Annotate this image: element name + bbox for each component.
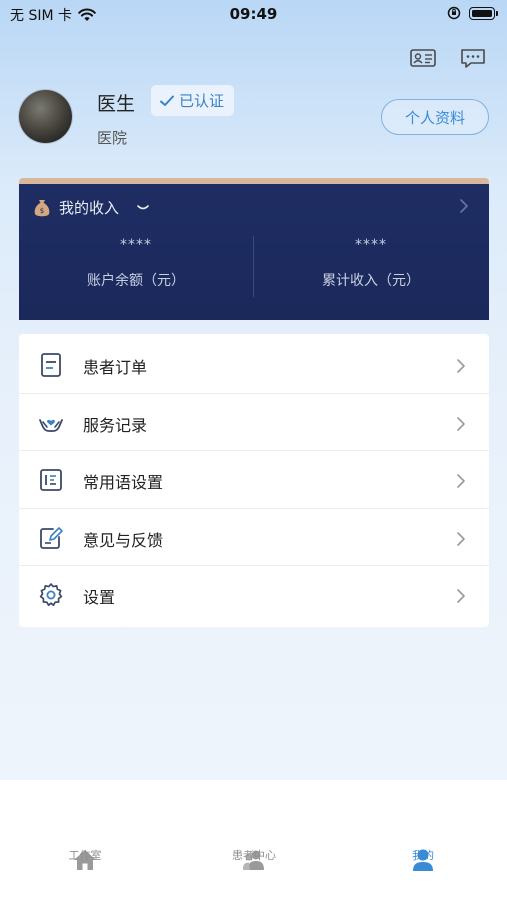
hospital-name: 医院 <box>97 129 128 147</box>
id-card-icon[interactable] <box>409 46 437 70</box>
menu-item-feedback[interactable]: 意见与反馈 <box>19 509 489 566</box>
chevron-right-icon <box>457 589 465 603</box>
tab-bar <box>0 780 507 900</box>
tab-mine[interactable]: 我的 <box>363 847 483 863</box>
chevron-right-icon <box>457 474 465 488</box>
profile-button[interactable]: 个人资料 <box>381 99 489 135</box>
menu-item-settings[interactable]: 设置 <box>19 566 489 623</box>
balance-label: 账户余额（元） <box>87 273 185 289</box>
doctor-name: 医生 <box>97 93 136 115</box>
menu-item-label: 常用语设置 <box>83 473 164 492</box>
menu-item-label: 意见与反馈 <box>83 531 164 550</box>
battery-icon <box>469 6 498 20</box>
chevron-right-icon <box>457 359 465 373</box>
menu-item-label: 服务记录 <box>83 416 148 435</box>
chevron-right-icon[interactable] <box>458 197 470 215</box>
chevron-right-icon <box>457 532 465 546</box>
balance-column[interactable]: **** 账户余额（元） <box>19 237 253 290</box>
document-icon <box>41 353 61 377</box>
total-income-label: 累计收入（元） <box>322 273 420 289</box>
menu-item-patient-orders[interactable]: 患者订单 <box>19 336 489 393</box>
income-header[interactable]: $ 我的收入 <box>33 197 151 218</box>
money-bag-icon: $ <box>34 199 50 216</box>
status-bar-right <box>447 6 498 20</box>
eye-closed-icon[interactable] <box>135 203 151 213</box>
verified-badge: 已认证 <box>151 85 235 116</box>
balance-value: **** <box>120 237 152 253</box>
avatar[interactable] <box>19 90 72 143</box>
status-time: 09:49 <box>229 5 278 23</box>
feedback-edit-icon <box>40 527 63 549</box>
verified-label: 已认证 <box>179 92 225 110</box>
menu-item-label: 患者订单 <box>83 358 148 377</box>
menu-item-phrase-settings[interactable]: 常用语设置 <box>19 451 489 508</box>
tab-studio[interactable]: 工作室 <box>25 847 145 863</box>
menu-item-service-records[interactable]: 服务记录 <box>19 394 489 451</box>
menu-list: 患者订单 服务记录 常用语设置 意见与反馈 设置 <box>19 334 489 627</box>
message-icon[interactable] <box>459 46 487 70</box>
gear-icon <box>39 583 63 607</box>
orientation-lock-icon <box>447 6 461 20</box>
tab-patient-center[interactable]: 患者中心 <box>194 847 314 863</box>
chevron-right-icon <box>457 417 465 431</box>
care-hands-icon <box>39 419 63 432</box>
phrase-icon <box>40 469 62 491</box>
total-income-value: **** <box>355 237 387 253</box>
menu-item-label: 设置 <box>83 588 116 607</box>
check-icon <box>160 95 174 106</box>
svg-text:$: $ <box>40 207 44 215</box>
income-title: 我的收入 <box>59 199 120 217</box>
total-income-column[interactable]: **** 累计收入（元） <box>254 237 488 290</box>
